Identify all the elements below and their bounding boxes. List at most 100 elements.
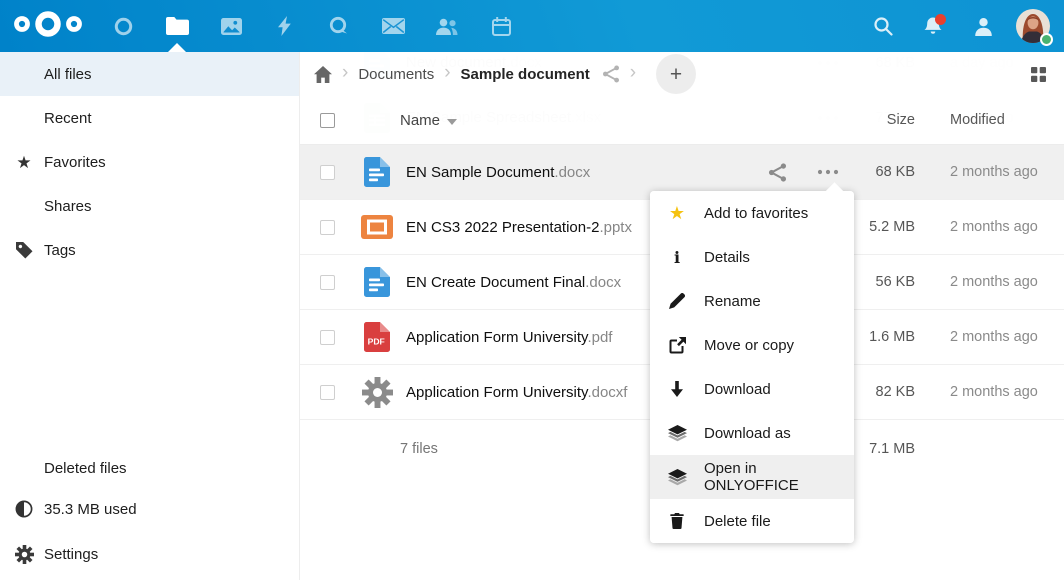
menu-item-label: Download as: [704, 425, 791, 442]
sort-by-name-header[interactable]: Name: [400, 112, 457, 129]
notifications-button[interactable]: [916, 9, 950, 43]
menu-item-move-or-copy[interactable]: Move or copy: [650, 323, 854, 367]
sidebar-item-label: Settings: [44, 546, 98, 563]
sidebar-item-label: Tags: [44, 242, 76, 259]
star-icon: ★: [13, 140, 35, 184]
mail-icon: [382, 18, 405, 34]
share-icon[interactable]: [768, 163, 787, 182]
breadcrumb-documents[interactable]: Documents: [358, 66, 434, 83]
row-checkbox[interactable]: [320, 330, 335, 345]
name-column-label: Name: [400, 112, 440, 129]
new-file-button[interactable]: +: [656, 54, 696, 94]
sort-by-size-header[interactable]: Size: [845, 112, 915, 128]
row-checkbox[interactable]: [320, 385, 335, 400]
menu-item-label: Rename: [704, 293, 761, 310]
file-modified: 2 months ago: [915, 164, 1064, 180]
row-checkbox[interactable]: [320, 275, 335, 290]
file-size: 68 KB: [845, 164, 915, 180]
menu-item-label: Add to favorites: [704, 205, 808, 222]
sidebar-bottom-navigation: Deleted files35.3 MB used Settings: [0, 446, 299, 580]
sidebar-item-deleted-files[interactable]: Deleted files: [0, 446, 299, 490]
app-files[interactable]: [150, 0, 204, 52]
app-dashboard[interactable]: [96, 0, 150, 52]
caret-down-icon: [447, 112, 457, 129]
row-checkbox[interactable]: [320, 165, 335, 180]
quota-icon: [13, 490, 35, 528]
file-size: 1.6 MB: [845, 329, 915, 345]
file-context-menu: ★ Add to favorites i Details Rename Move or c…: [650, 191, 854, 543]
menu-item-label: Open in ONLYOFFICE: [704, 460, 837, 494]
sidebar-item-shares[interactable]: Shares: [0, 184, 299, 228]
menu-item-download[interactable]: Download: [650, 367, 854, 411]
user-avatar[interactable]: [1016, 9, 1050, 43]
row-checkbox[interactable]: [320, 220, 335, 235]
breadcrumb-separator: ›: [620, 62, 646, 84]
file-size: 82 KB: [845, 384, 915, 400]
nextcloud-logo[interactable]: [0, 0, 96, 52]
info-icon: i: [667, 248, 687, 267]
menu-item-download-as[interactable]: Download as: [650, 411, 854, 455]
dashboard-icon: [114, 17, 133, 36]
trash-icon: [667, 513, 687, 529]
app-navigation: [96, 0, 528, 52]
sidebar-navigation: All files Recent ★FavoritesShares Tags: [0, 52, 299, 272]
file-modified: 2 months ago: [915, 384, 1064, 400]
sidebar-item-tags[interactable]: Tags: [0, 228, 299, 272]
sidebar-item-favorites[interactable]: ★Favorites: [0, 140, 299, 184]
star-gold-icon: ★: [667, 204, 687, 222]
move-icon: [667, 337, 687, 354]
breadcrumb-current-folder: Sample document: [461, 66, 590, 83]
file-table-header: Name Size Modified: [300, 96, 1064, 145]
app-contacts[interactable]: [420, 0, 474, 52]
menu-item-delete-file[interactable]: Delete file: [650, 499, 854, 543]
grid-view-toggle[interactable]: [1031, 67, 1046, 82]
app-calendar[interactable]: [474, 0, 528, 52]
notification-badge: [935, 14, 946, 25]
more-options-button[interactable]: [817, 169, 839, 175]
menu-item-add-to-favorites[interactable]: ★ Add to favorites: [650, 191, 854, 235]
sidebar-spacer: [0, 272, 299, 446]
file-icon-form: [361, 376, 393, 408]
sidebar-item-recent[interactable]: Recent: [0, 96, 299, 140]
sidebar-item-label: All files: [44, 66, 92, 83]
sidebar-item-35-3-mb-used[interactable]: 35.3 MB used: [0, 490, 299, 528]
app-mail[interactable]: [366, 0, 420, 52]
file-modified: 2 months ago: [915, 274, 1064, 290]
topbar-right-controls: [866, 9, 1064, 43]
pencil-icon: [667, 293, 687, 309]
breadcrumb-separator: ›: [434, 62, 460, 84]
activity-icon: [278, 16, 292, 36]
breadcrumb-separator: ›: [332, 62, 358, 84]
nextcloud-logo-icon: [11, 11, 85, 42]
app-photos[interactable]: [204, 0, 258, 52]
menu-item-label: Delete file: [704, 513, 771, 530]
layers-icon: [667, 425, 687, 442]
menu-item-open-in-onlyoffice[interactable]: Open in ONLYOFFICE: [650, 455, 854, 499]
menu-item-label: Details: [704, 249, 750, 266]
app-talk[interactable]: [312, 0, 366, 52]
home-icon[interactable]: [314, 66, 332, 83]
sidebar-item-label: Recent: [44, 110, 92, 127]
search-icon: [873, 16, 893, 36]
file-icon-pdf: PDF: [361, 321, 393, 353]
breadcrumb-bar: › Documents › Sample document › +: [300, 52, 1064, 96]
search-button[interactable]: [866, 9, 900, 43]
share-folder-icon[interactable]: [602, 65, 620, 83]
menu-item-rename[interactable]: Rename: [650, 279, 854, 323]
menu-item-details[interactable]: i Details: [650, 235, 854, 279]
menu-item-label: Move or copy: [704, 337, 794, 354]
file-icon-document: [361, 156, 393, 188]
file-name[interactable]: EN Sample Document.docx: [406, 164, 725, 181]
sidebar-item-settings[interactable]: Settings: [0, 528, 299, 580]
select-all-checkbox[interactable]: [320, 113, 335, 128]
tag-icon: [13, 228, 35, 272]
app-activity[interactable]: [258, 0, 312, 52]
contacts-icon: [435, 18, 459, 35]
total-size: 7.1 MB: [845, 441, 915, 457]
download-icon: [667, 381, 687, 397]
file-size: 5.2 MB: [845, 219, 915, 235]
person-icon: [974, 17, 993, 36]
contacts-menu-button[interactable]: [966, 9, 1000, 43]
sort-by-modified-header[interactable]: Modified: [915, 112, 1064, 128]
sidebar-item-all-files[interactable]: All files: [0, 52, 299, 96]
